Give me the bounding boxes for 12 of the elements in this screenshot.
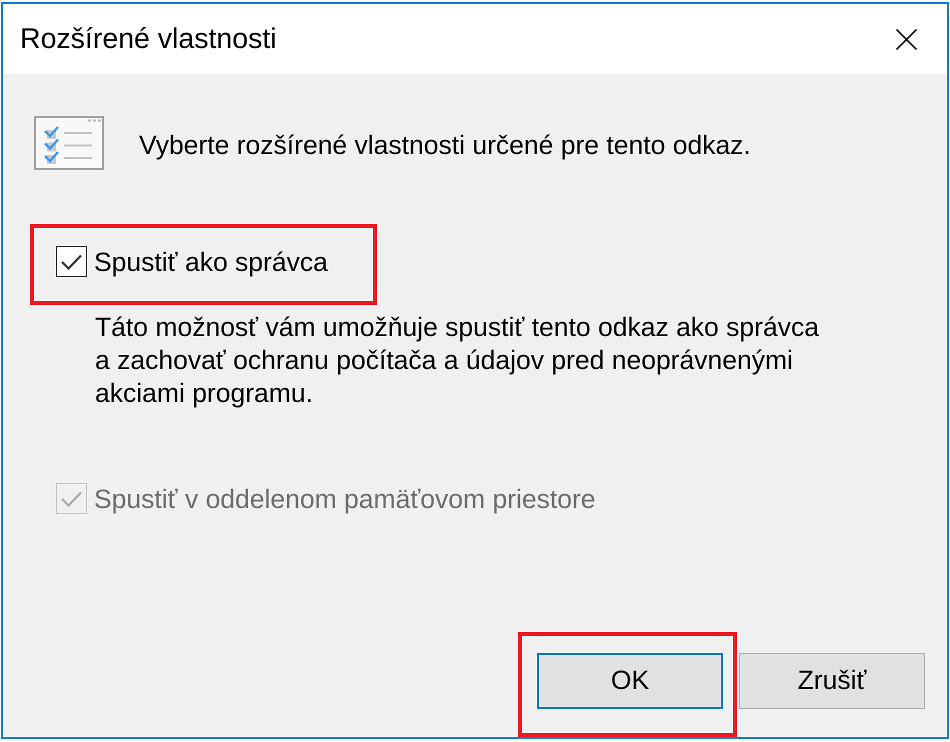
- checkbox[interactable]: [56, 246, 87, 277]
- ok-button[interactable]: OK: [537, 653, 723, 709]
- instruction-text: Vyberte rozšírené vlastnosti určené pre tento odkaz.: [139, 129, 751, 162]
- cancel-button[interactable]: Zrušiť: [739, 653, 925, 709]
- close-icon: [896, 28, 917, 50]
- checkbox-label[interactable]: Spustiť ako správca: [94, 246, 328, 276]
- description-text: Táto možnosť vám umožňuje spustiť tento odkaz ako správca a zachovať ochranu počítača a údajov pred neoprávnenými akciami programu.: [95, 311, 819, 410]
- close-button[interactable]: [896, 28, 917, 50]
- checklist-window-icon: [34, 116, 104, 170]
- window-title: Rozšírené vlastnosti: [20, 22, 277, 57]
- check-icon: [61, 254, 82, 270]
- check-icon: [61, 490, 82, 506]
